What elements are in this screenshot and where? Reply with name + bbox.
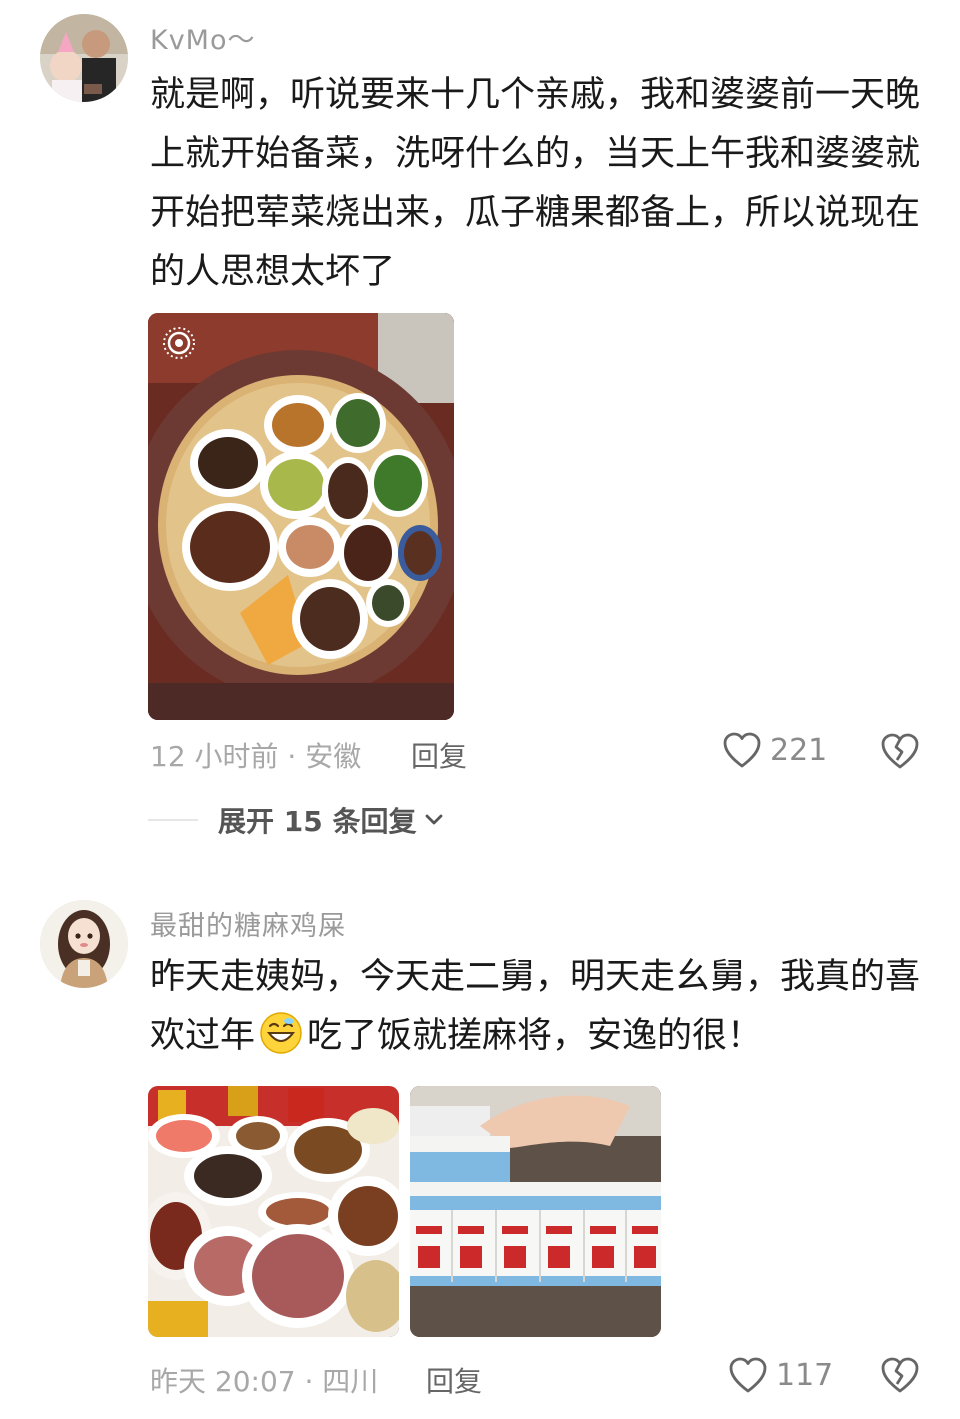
broken-heart-icon [881, 733, 919, 769]
broken-heart-icon [881, 1357, 919, 1393]
heart-outline-icon [723, 732, 761, 768]
heart-outline-icon [729, 1357, 767, 1393]
comment-item: 最甜的糖麻鸡屎 昨天走姨妈，今天走二舅，明天走幺舅，我真的喜欢过年 吃了饭就搓麻… [0, 880, 960, 1419]
expand-replies-button[interactable]: 展开 15 条回复 [148, 800, 444, 840]
comment-text: 昨天走姨妈，今天走二舅，明天走幺舅，我真的喜欢过年 吃了饭就搓麻将，安逸的很！ [150, 948, 920, 1066]
comment-text: 就是啊，听说要来十几个亲戚，我和婆婆前一天晚上就开始备菜，洗呀什么的，当天上午我… [150, 75, 921, 292]
divider-line [148, 819, 198, 821]
avatar[interactable] [40, 14, 128, 102]
live-photo-icon [163, 327, 195, 359]
comment-photo[interactable] [148, 313, 454, 720]
avatar[interactable] [40, 900, 128, 988]
like-button[interactable]: 117 [728, 1356, 833, 1394]
like-count: 221 [770, 732, 828, 768]
expand-replies-label: 展开 15 条回复 [218, 805, 417, 838]
reply-button[interactable]: 回复 [411, 735, 467, 775]
like-count: 117 [776, 1357, 834, 1393]
comment-time-location: 昨天 20:07 · 四川 [150, 1365, 379, 1398]
chevron-down-icon [426, 814, 443, 825]
comment-text-part: 吃了饭就搓麻将，安逸的很！ [307, 1016, 763, 1056]
comment-item: KvMo～ 就是啊，听说要来十几个亲戚，我和婆婆前一天晚上就开始备菜，洗呀什么的… [0, 0, 960, 870]
dislike-button[interactable] [880, 1356, 920, 1398]
dislike-button[interactable] [880, 732, 920, 774]
grinning-face-emoji [260, 1012, 302, 1054]
like-button[interactable]: 221 [722, 731, 827, 769]
username[interactable]: KvMo～ [150, 18, 256, 57]
comment-photo[interactable] [410, 1086, 661, 1337]
reply-button[interactable]: 回复 [426, 1360, 482, 1400]
comment-time-location: 12 小时前 · 安徽 [150, 740, 362, 773]
username[interactable]: 最甜的糖麻鸡屎 [150, 904, 346, 943]
comment-photo[interactable] [148, 1086, 399, 1337]
